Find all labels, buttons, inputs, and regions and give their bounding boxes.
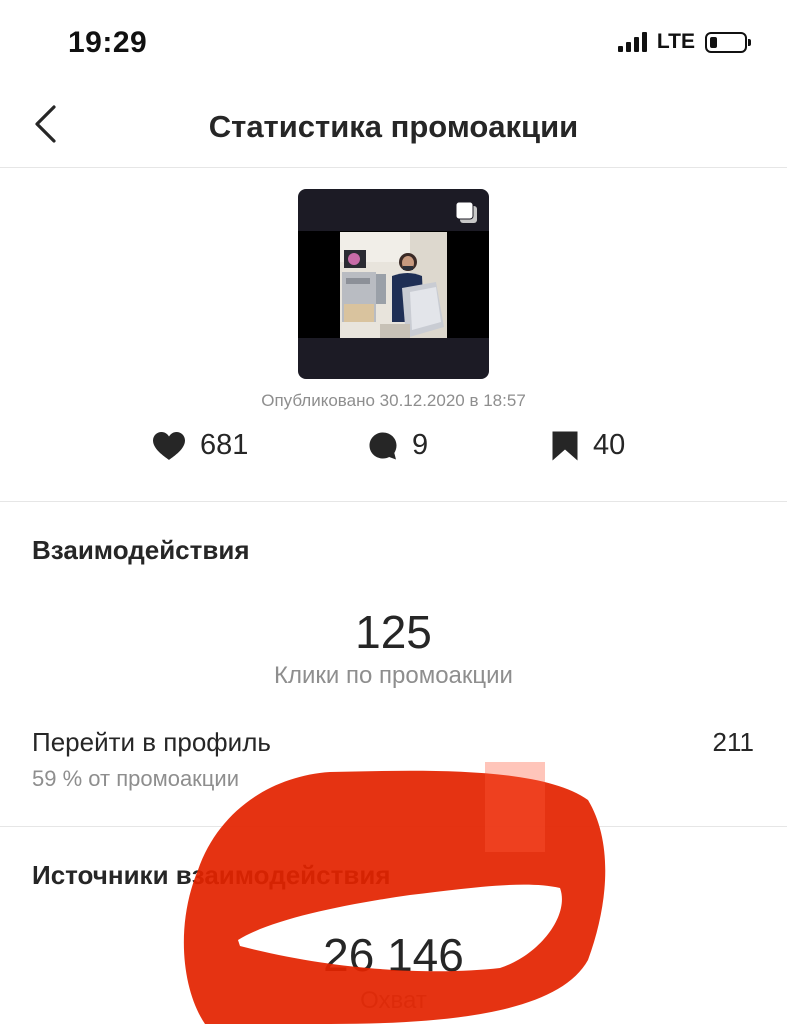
- profile-visits-label: Перейти в профиль: [32, 727, 271, 757]
- promo-clicks-value: 125: [355, 606, 432, 658]
- battery-low-icon: [705, 31, 751, 53]
- heart-icon: [153, 431, 185, 460]
- network-type: LTE: [656, 30, 695, 53]
- profile-visits-percent: 59 % от промоакции: [32, 766, 239, 791]
- likes-count: 681: [152, 429, 248, 462]
- sources-title: Источники взаимодействия: [32, 860, 391, 890]
- reach-label: Охват: [360, 987, 427, 1014]
- comments-count: 9: [368, 429, 428, 462]
- comments-value: 9: [412, 429, 429, 461]
- nav-bar: Статистика промоакции: [0, 88, 787, 168]
- status-bar: 19:29 LTE: [0, 0, 787, 88]
- reach-value: 26 146: [323, 929, 464, 981]
- promo-clicks-label: Клики по промоакции: [274, 662, 513, 689]
- status-indicators: LTE: [617, 30, 751, 54]
- published-date: Опубликовано 30.12.2020 в 18:57: [261, 391, 526, 410]
- post-photo: [340, 232, 447, 338]
- signal-bars-icon: [617, 32, 647, 52]
- page-title: Статистика промоакции: [208, 109, 579, 144]
- section-divider: [0, 826, 787, 827]
- likes-value: 681: [200, 429, 249, 461]
- post-summary: Опубликовано 30.12.2020 в 18:57 681 9 40: [0, 168, 787, 502]
- post-thumbnail[interactable]: [298, 189, 489, 379]
- status-time: 19:29: [68, 26, 148, 59]
- bookmark-icon: [552, 431, 578, 460]
- interactions-title: Взаимодействия: [32, 535, 250, 565]
- saves-value: 40: [593, 429, 626, 461]
- profile-visits-value: 211: [712, 727, 754, 757]
- comment-bubble-icon: [369, 432, 397, 459]
- carousel-multiple-icon: [455, 201, 477, 223]
- saves-count: 40: [551, 429, 625, 462]
